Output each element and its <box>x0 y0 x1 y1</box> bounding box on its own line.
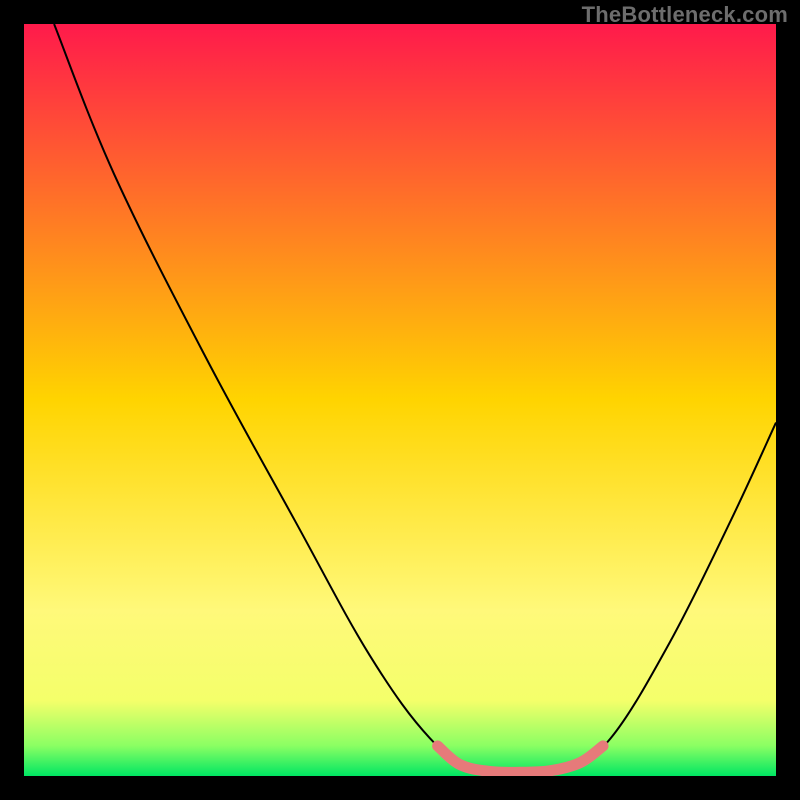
watermark-text: TheBottleneck.com <box>582 2 788 28</box>
chart-frame: TheBottleneck.com <box>0 0 800 800</box>
chart-svg <box>24 24 776 776</box>
gradient-background <box>24 24 776 776</box>
plot-area <box>24 24 776 776</box>
